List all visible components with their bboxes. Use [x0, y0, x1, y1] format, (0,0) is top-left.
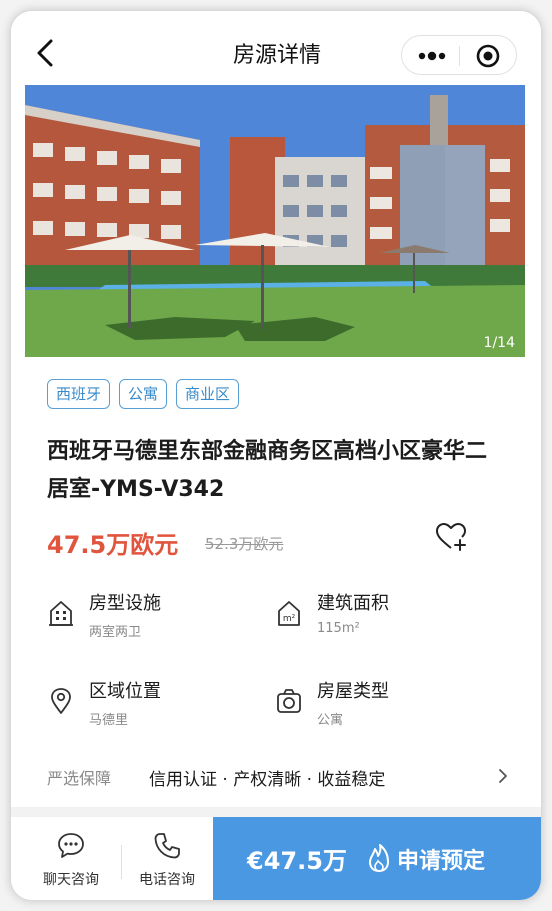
svg-text:m²: m² — [283, 614, 296, 624]
feature-floor-area: m² 建筑面积 115m² — [275, 589, 475, 645]
listing-title: 西班牙马德里东部金融商务区高档小区豪华二居室-YMS-V342 — [47, 439, 488, 502]
photo-counter: 1/14 — [484, 335, 516, 351]
listing-price: 47.5万欧元 — [47, 531, 179, 559]
building-icon — [47, 599, 75, 627]
booking-price: €47.5万 — [247, 847, 347, 875]
bottom-action-bar: 聊天咨询 电话咨询 €47.5万 申请预定 — [11, 817, 541, 900]
feature-value: 公寓 — [317, 713, 344, 728]
guarantee-items: 信用认证 · 产权清晰 · 收益稳定 — [149, 770, 386, 790]
section-divider — [11, 807, 541, 817]
fire-icon — [367, 843, 391, 873]
phone-icon — [152, 831, 182, 861]
nav-bar: 房源详情 — [11, 11, 541, 89]
more-dots-icon[interactable] — [402, 36, 459, 76]
location-pin-icon — [47, 687, 75, 715]
phone-consult-label: 电话咨询 — [139, 872, 195, 888]
camera-icon — [275, 687, 303, 715]
heart-plus-icon[interactable] — [435, 521, 469, 553]
feature-label: 区域位置 — [89, 681, 161, 702]
chevron-right-icon — [497, 767, 509, 785]
tag-list: 西班牙 公寓 商业区 — [47, 379, 240, 409]
target-close-icon[interactable] — [460, 36, 517, 76]
chat-consult-label: 聊天咨询 — [43, 872, 99, 888]
original-price: 52.3万欧元 — [205, 535, 284, 553]
feature-value: 115m² — [317, 621, 360, 636]
mini-program-capsule — [401, 35, 517, 75]
feature-label: 建筑面积 — [317, 593, 389, 614]
property-photo[interactable]: 1/14 — [25, 85, 525, 357]
phone-consult-button[interactable]: 电话咨询 — [117, 817, 217, 900]
chat-consult-button[interactable]: 聊天咨询 — [21, 817, 121, 900]
guarantee-label: 严选保障 — [47, 769, 112, 788]
feature-label: 房型设施 — [89, 593, 161, 614]
chat-bubble-icon — [56, 831, 86, 861]
tag-country: 西班牙 — [47, 379, 111, 409]
phone-frame: 房源详情 1/14 西班牙 公寓 商业区 西班牙马德里东部金融商务区高档小区豪华… — [10, 10, 542, 901]
booking-label: 申请预定 — [397, 849, 486, 874]
guarantee-row[interactable]: 严选保障 信用认证 · 产权清晰 · 收益稳定 — [47, 763, 509, 793]
feature-value: 两室两卫 — [89, 625, 142, 640]
feature-value: 马德里 — [89, 713, 129, 728]
house-area-icon: m² — [275, 599, 303, 627]
feature-label: 房屋类型 — [317, 681, 389, 702]
feature-location: 区域位置 马德里 — [47, 677, 247, 733]
apply-booking-button[interactable]: €47.5万 申请预定 — [213, 817, 541, 900]
tag-type: 公寓 — [119, 379, 168, 409]
feature-property-type: 房屋类型 公寓 — [275, 677, 475, 733]
feature-room-layout: 房型设施 两室两卫 — [47, 589, 247, 645]
tag-district: 商业区 — [176, 379, 240, 409]
